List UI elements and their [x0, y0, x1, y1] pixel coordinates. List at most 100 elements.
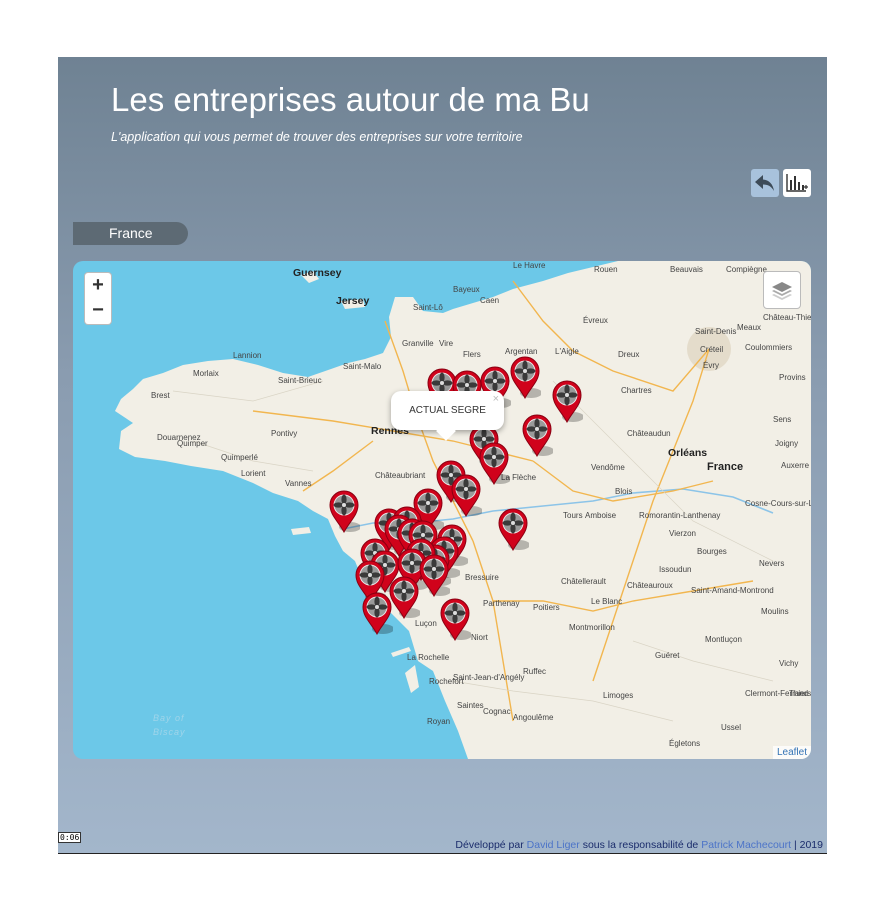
place-label: Royan — [427, 717, 451, 726]
place-label: Cognac — [483, 707, 511, 716]
undo-arrow-icon — [755, 175, 774, 191]
place-label: Château-Thierry — [763, 313, 811, 322]
place-label: Joigny — [775, 439, 799, 448]
place-label: Vichy — [779, 659, 799, 668]
footer-year: | 2019 — [793, 839, 823, 851]
place-label: Saintes — [457, 701, 484, 710]
island-oleron — [405, 665, 419, 693]
place-label: Guernsey — [293, 267, 342, 279]
place-label: Rouen — [594, 265, 618, 274]
footer-middle: sous la responsabilité de — [582, 839, 699, 851]
place-label: Saint-Jean-d'Angély — [453, 673, 525, 682]
place-label: Sens — [773, 415, 792, 424]
back-button[interactable] — [751, 169, 779, 197]
page-title: Les entreprises autour de ma Bu — [111, 81, 590, 118]
place-label: Saint-Amand-Montrond — [691, 586, 774, 595]
company-marker[interactable] — [328, 489, 360, 533]
place-label: Morlaix — [193, 369, 219, 378]
place-label: Châteauroux — [627, 581, 673, 590]
place-label: Jersey — [336, 295, 370, 307]
place-label: Le Blanc — [591, 597, 623, 606]
page-bottom-rule — [58, 853, 827, 854]
place-label: L'Aigle — [555, 347, 579, 356]
app-panel: Les entreprises autour de ma Bu L'applic… — [58, 57, 827, 853]
location-tab-label: France — [109, 225, 153, 241]
footer-credits: Développé par David Liger sous la respon… — [455, 839, 823, 851]
bar-chart-icon — [786, 174, 808, 192]
place-label: Saint-Brieuc — [278, 376, 322, 385]
place-label: Saint-Lô — [413, 303, 443, 312]
company-marker[interactable] — [439, 597, 471, 641]
place-label: Romorantin-Lanthenay — [639, 511, 721, 520]
place-label: Lannion — [233, 351, 262, 360]
statistics-button[interactable] — [783, 169, 811, 197]
company-marker[interactable] — [551, 379, 583, 423]
company-marker[interactable] — [478, 441, 510, 485]
place-label: Provins — [779, 373, 806, 382]
place-label: Évry — [703, 361, 719, 370]
place-label: Luçon — [415, 619, 437, 628]
place-label: Caen — [480, 296, 500, 305]
place-label: Niort — [471, 633, 488, 642]
place-label: Quimper — [177, 439, 208, 448]
place-label: Angoulême — [513, 713, 554, 722]
company-marker[interactable] — [521, 413, 553, 457]
place-label: Vendôme — [591, 463, 625, 472]
place-label: Vannes — [285, 479, 312, 488]
layers-icon — [772, 282, 792, 300]
place-label: Meaux — [737, 323, 762, 332]
place-label: Dreux — [618, 350, 640, 359]
zoom-in-button[interactable]: + — [84, 272, 112, 300]
company-marker[interactable] — [450, 473, 482, 517]
place-label: Quimperlé — [221, 453, 258, 462]
map-popup: ACTUAL SEGRE × — [391, 391, 504, 441]
company-marker[interactable] — [418, 553, 450, 597]
place-label: Poitiers — [533, 603, 560, 612]
place-label: Limoges — [603, 691, 634, 700]
video-timestamp: 0:06 — [58, 832, 82, 843]
place-label: Montmorillon — [569, 623, 615, 632]
place-label: Châtellerault — [561, 577, 606, 586]
place-label: Lorient — [241, 469, 266, 478]
company-marker[interactable] — [497, 507, 529, 551]
place-label: Créteil — [700, 345, 724, 354]
place-label: Thiers — [789, 689, 811, 698]
island-south — [291, 527, 311, 535]
place-label: Flers — [463, 350, 481, 359]
place-label: Châteaudun — [627, 429, 671, 438]
place-label: La Rochelle — [407, 653, 450, 662]
location-tab-france[interactable]: France — [73, 222, 188, 245]
sea-label: Bay of — [153, 713, 185, 723]
place-label: Ruffec — [523, 667, 546, 676]
map-view[interactable]: Guernsey Jersey Saint-Lô Bayeux Caen Le … — [73, 261, 811, 759]
company-marker[interactable] — [509, 355, 541, 399]
place-label: Vire — [439, 339, 454, 348]
place-label: Bressuire — [465, 573, 499, 582]
place-label: Égletons — [669, 739, 701, 748]
map-attribution-link[interactable]: Leaflet — [772, 746, 811, 759]
place-label: Brest — [151, 391, 170, 400]
place-label: Bourges — [697, 547, 727, 556]
place-label: Montluçon — [705, 635, 742, 644]
supervisor-link[interactable]: Patrick Machecourt — [701, 839, 791, 851]
zoom-out-button[interactable]: − — [84, 298, 112, 325]
place-label: Évreux — [583, 316, 608, 325]
place-label: Châteaubriant — [375, 471, 426, 480]
company-marker[interactable] — [361, 591, 393, 635]
place-label: Issoudun — [659, 565, 692, 574]
place-label: Moulins — [761, 607, 789, 616]
page-subtitle: L'application qui vous permet de trouver… — [111, 130, 523, 144]
place-label: Cosne-Cours-sur-Loire — [745, 499, 811, 508]
author-link[interactable]: David Liger — [527, 839, 580, 851]
layers-control-button[interactable] — [763, 271, 801, 309]
place-label: Blois — [615, 487, 633, 496]
place-label: Beauvais — [670, 265, 703, 274]
footer-prefix: Développé par — [455, 839, 524, 851]
place-label: Orléans — [668, 447, 708, 459]
place-label: Ussel — [721, 723, 742, 732]
popup-close-button[interactable]: × — [493, 393, 499, 405]
place-label: Tours — [563, 511, 583, 520]
place-label: Nevers — [759, 559, 785, 568]
place-label: Saint-Malo — [343, 362, 382, 371]
place-label: Vierzon — [669, 529, 696, 538]
